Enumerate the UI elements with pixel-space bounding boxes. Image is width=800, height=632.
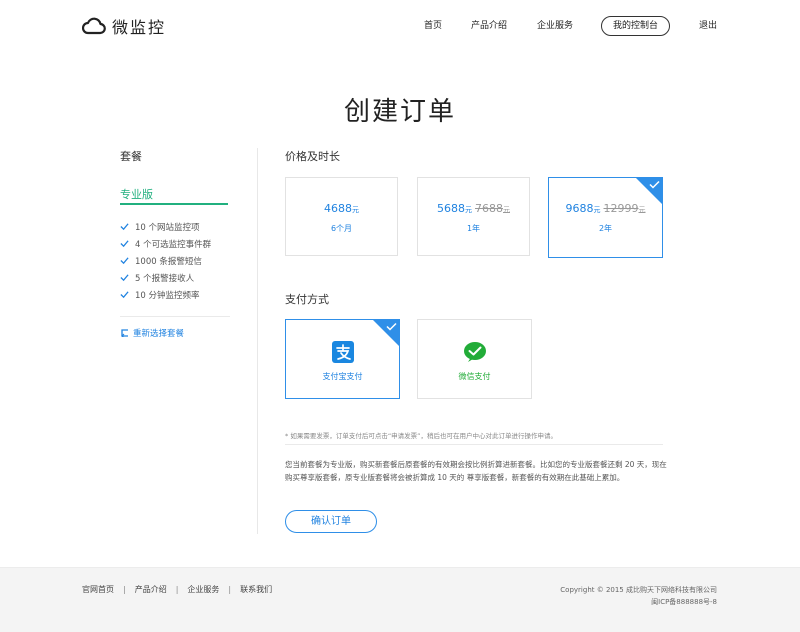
- check-icon: [649, 180, 660, 189]
- brand-logo[interactable]: 微监控: [82, 14, 166, 38]
- price-value: 4688元: [324, 202, 359, 215]
- plan-name: 专业版: [120, 188, 153, 201]
- plan-upgrade-info: 您当前套餐为专业版，购买新套餐后原套餐的有效期会按比例折算进新套餐。比如您的专业…: [285, 460, 667, 482]
- check-icon: [120, 240, 129, 248]
- nav-home[interactable]: 首页: [424, 16, 442, 36]
- separator: |: [123, 585, 126, 594]
- feature-label: 10 分钟监控频率: [135, 290, 200, 301]
- feature-label: 10 个网站监控项: [135, 222, 200, 233]
- copyright-text: Copyright © 2015 成比购天下网络科技有限公司: [560, 586, 717, 594]
- footer: 官网首页 | 产品介绍 | 企业服务 | 联系我们 Copyright © 20…: [0, 567, 800, 632]
- list-item: 4 个可选监控事件群: [120, 235, 211, 252]
- pricing-title: 价格及时长: [285, 150, 340, 163]
- price-option-2-years[interactable]: 9688元 12999元 2年: [548, 177, 663, 258]
- footer-link-products[interactable]: 产品介绍: [135, 584, 167, 595]
- list-item: 5 个报警接收人: [120, 269, 211, 286]
- copyright: Copyright © 2015 成比购天下网络科技有限公司 闽ICP备8888…: [560, 584, 717, 608]
- price-duration: 2年: [598, 224, 613, 233]
- check-icon: [120, 223, 129, 231]
- payment-option-alipay[interactable]: 支付宝支付: [285, 319, 400, 399]
- check-icon: [386, 322, 397, 331]
- price-duration: 1年: [466, 224, 481, 233]
- nav-enterprise[interactable]: 企业服务: [537, 16, 573, 36]
- invoice-note: * 如果需要发票，订单支付后可点击“申请发票”，稍后也可在用户中心对此订单进行操…: [285, 432, 558, 440]
- divider: [120, 316, 230, 317]
- original-price: 7688元: [475, 202, 510, 215]
- list-item: 10 个网站监控项: [120, 218, 211, 235]
- plan-feature-list: 10 个网站监控项 4 个可选监控事件群 1000 条报警短信 5 个报警接收人…: [120, 218, 211, 303]
- nav-console-button[interactable]: 我的控制台: [600, 16, 670, 36]
- nav-logout[interactable]: 退出: [699, 16, 717, 36]
- feature-label: 4 个可选监控事件群: [135, 239, 212, 250]
- divider: [285, 444, 663, 445]
- column-divider: [257, 148, 258, 534]
- payment-title: 支付方式: [285, 293, 329, 306]
- price-duration: 6个月: [330, 224, 353, 233]
- cloud-icon: [82, 17, 106, 35]
- check-icon: [120, 257, 129, 265]
- footer-links: 官网首页 | 产品介绍 | 企业服务 | 联系我们: [82, 584, 272, 595]
- plan-heading: 套餐: [120, 150, 142, 163]
- alipay-icon: [331, 341, 354, 363]
- feature-label: 1000 条报警短信: [135, 256, 202, 267]
- footer-link-enterprise[interactable]: 企业服务: [187, 584, 219, 595]
- separator: |: [228, 585, 232, 594]
- payment-option-wechat[interactable]: 微信支付: [417, 319, 532, 399]
- icp-number: 闽ICP备888888号-8: [651, 598, 717, 606]
- footer-link-home[interactable]: 官网首页: [82, 584, 114, 595]
- separator: |: [175, 585, 179, 594]
- price-option-1-year[interactable]: 5688元 7688元 1年: [417, 177, 530, 256]
- nav-products[interactable]: 产品介绍: [471, 16, 507, 36]
- footer-link-contact[interactable]: 联系我们: [240, 584, 272, 595]
- payment-label: 微信支付: [458, 372, 491, 381]
- plan-underline: [120, 203, 228, 205]
- confirm-order-button[interactable]: 确认订单: [285, 510, 377, 533]
- wechat-pay-icon: [463, 342, 486, 362]
- check-icon: [120, 274, 129, 282]
- feature-label: 5 个报警接收人: [135, 273, 195, 284]
- list-item: 1000 条报警短信: [120, 252, 211, 269]
- payment-label: 支付宝支付: [322, 372, 363, 381]
- price-option-6-months[interactable]: 4688元 6个月: [285, 177, 398, 256]
- brand-name: 微监控: [112, 18, 167, 37]
- reselect-label: 重新选择套餐: [133, 329, 185, 339]
- list-item: 10 分钟监控频率: [120, 286, 211, 303]
- page-title: 创建订单: [343, 97, 456, 128]
- check-icon: [120, 291, 129, 299]
- return-arrow-icon: [121, 329, 128, 337]
- reselect-plan-link[interactable]: 重新选择套餐: [120, 327, 184, 339]
- price-value: 5688元 7688元: [437, 202, 510, 215]
